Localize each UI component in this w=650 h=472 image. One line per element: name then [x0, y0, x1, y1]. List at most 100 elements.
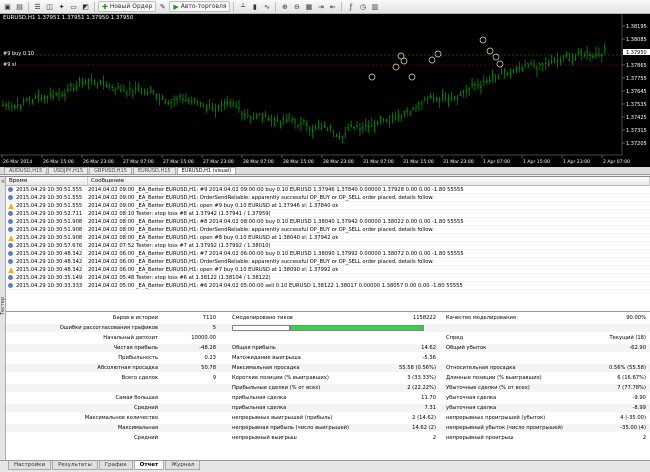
- warning-icon: [7, 266, 14, 273]
- new-order-button[interactable]: ✚ Новый Ордер: [98, 1, 157, 12]
- journal-time: 2015.04.29 10:30:51.908: [16, 234, 83, 241]
- bar-chart-icon[interactable]: ┴: [237, 1, 248, 12]
- column-header-message[interactable]: Сообщение: [88, 177, 650, 185]
- terminal-icon[interactable]: ▭: [68, 1, 79, 12]
- journal-row[interactable]: 2015.04.29 10:30:51.908 2014.04.02 08:00 …: [6, 226, 650, 234]
- time-tick-label: 27 Mar 07:00: [123, 159, 154, 165]
- journal-row[interactable]: 2015.04.29 10:30:48.342 2014.04.02 06:00 …: [6, 266, 650, 274]
- report-value: Текущий (18): [609, 335, 647, 341]
- journal-row[interactable]: 2015.04.29 10:30:51.555 2014.04.02 09:00 …: [6, 194, 650, 202]
- tester-tab[interactable]: Результаты: [52, 461, 98, 470]
- indicators-icon[interactable]: ƒ: [345, 1, 356, 12]
- metaeditor-icon[interactable]: ✎: [157, 1, 168, 12]
- report-label: Максимальная: [117, 425, 158, 431]
- journal-row[interactable]: 2015.04.29 10:30:33.333 2014.04.02 05:00 …: [6, 282, 650, 290]
- report-row: Самая большая прибыльная сделка 11.70 убыто…: [6, 394, 650, 402]
- trade-marker: [479, 36, 487, 44]
- modeling-quality-bar: [290, 325, 424, 331]
- time-tick-label: 27 Mar 15:00: [163, 159, 194, 165]
- data-window-icon[interactable]: ◫: [44, 1, 55, 12]
- report-label: Всего сделок: [121, 375, 158, 381]
- market-watch-icon[interactable]: ☰: [32, 1, 43, 12]
- report-table: Баров в истории 7110 Смоделировано тиков 11…: [6, 311, 650, 449]
- chart-tab[interactable]: EURUSD,H1 (visual): [176, 167, 237, 174]
- templates-icon[interactable]: ▥: [369, 1, 380, 12]
- journal-row[interactable]: 2015.04.29 10:30:51.555 2014.04.02 09:00 …: [6, 186, 650, 194]
- tile-icon[interactable]: ▦: [303, 1, 314, 12]
- new-order-label: Новый Ордер: [109, 3, 153, 10]
- report-value: 4 (-35.00): [620, 415, 646, 421]
- report-value: 2: [432, 435, 436, 441]
- report-row: Всего сделок 9 Короткие позиции (% выиграв…: [6, 374, 650, 382]
- journal-time: 2015.04.29 10:30:52.711: [16, 210, 83, 217]
- report-value: [156, 434, 216, 442]
- price-tick-label: 1.37755: [626, 76, 647, 82]
- report-row: Абсолютная просадка 50.78 Максимальная про…: [6, 364, 650, 372]
- report-value: -35.00 (4): [620, 425, 646, 431]
- tester-tab[interactable]: Журнал: [165, 461, 201, 470]
- time-tick-label: 1 Apr 07:00: [483, 159, 510, 165]
- report-value: -8.99: [632, 405, 646, 411]
- report-value: [506, 354, 646, 362]
- chart-tab[interactable]: GBPUSD,H15: [89, 167, 132, 174]
- info-icon: [7, 274, 14, 281]
- trade-marker: [408, 73, 416, 81]
- journal-header: Время Сообщение: [6, 177, 650, 186]
- journal-row[interactable]: 2015.04.29 10:30:48.342 2014.04.02 06:00 …: [6, 258, 650, 266]
- zoom-out-icon[interactable]: ⊖: [291, 1, 302, 12]
- candles-icon[interactable]: ▮: [249, 1, 260, 12]
- report-value: 50.78: [201, 365, 216, 371]
- journal-message: 2014.04.02 06:00 _EA_Better EURUSD,H1: #…: [88, 250, 464, 257]
- journal-message: 2014.04.02 05:48 Tester: stop loss #6 at…: [88, 274, 271, 281]
- chart-title: EURUSD,H1 1.37951 1.37951 1.37950 1.3795…: [3, 15, 134, 21]
- journal-row[interactable]: 2015.04.29 10:30:35.149 2014.04.02 05:48 …: [6, 274, 650, 282]
- chart-tab[interactable]: EURUSD,H15: [132, 167, 176, 174]
- report-row: Средний непрерывный выигрыш 2 непрерывный п…: [6, 434, 650, 442]
- price-tick-label: 1.38195: [626, 24, 647, 30]
- journal-row[interactable]: 2015.04.29 10:30:57.676 2014.04.02 07:52 …: [6, 242, 650, 250]
- autotrading-button[interactable]: ▶ Авто-торговля: [169, 1, 231, 12]
- report-value: 7.31: [424, 405, 436, 411]
- line-chart-icon[interactable]: ∿: [261, 1, 272, 12]
- column-header-time[interactable]: Время: [6, 177, 88, 185]
- price-chart[interactable]: 1.38195 1.38085 1.37950 1.37865 1.37755 1.376…: [0, 14, 650, 167]
- journal-message: 2014.04.02 06:00 _EA_Better EURUSD,H1: o…: [88, 266, 339, 273]
- profiles-icon[interactable]: ▤: [14, 1, 25, 12]
- chart-tab[interactable]: USDJPY,H15: [48, 167, 89, 174]
- journal-row[interactable]: 2015.04.29 10:30:51.908 2014.04.02 08:00 …: [6, 218, 650, 226]
- report-row: Ошибки рассогласования графиков 5: [6, 324, 650, 332]
- journal-message: 2014.04.02 06:00 _EA_Better EURUSD,H1: O…: [88, 258, 434, 265]
- journal-message: 2014.04.02 09:00 _EA_Better EURUSD,H1: o…: [88, 202, 339, 209]
- journal-time: 2015.04.29 10:30:51.908: [16, 218, 83, 225]
- journal-time: 2015.04.29 10:30:51.908: [16, 226, 83, 233]
- trade-marker: [486, 47, 494, 55]
- journal-time: 2015.04.29 10:30:33.333: [16, 282, 83, 289]
- report-value: -62.90: [629, 345, 646, 351]
- report-label: Ошибки рассогласования графиков: [59, 325, 158, 331]
- warning-icon: [7, 234, 14, 241]
- time-tick-label: 26 Mar 23:00: [83, 159, 114, 165]
- report-value: [506, 324, 646, 332]
- autotrading-label: Авто-торговля: [180, 3, 227, 10]
- tester-tab[interactable]: График: [98, 461, 133, 470]
- shift-icon[interactable]: ⇤: [327, 1, 338, 12]
- time-tick-label: 1 Apr 15:00: [523, 159, 550, 165]
- zoom-in-icon[interactable]: ⊕: [279, 1, 290, 12]
- journal-message: 2014.04.02 08:00 _EA_Better EURUSD,H1: O…: [88, 226, 434, 233]
- navigator-icon[interactable]: ✦: [56, 1, 67, 12]
- journal-row[interactable]: 2015.04.29 10:30:51.908 2014.04.02 08:00 …: [6, 234, 650, 242]
- info-icon: [7, 258, 14, 265]
- chart-tab[interactable]: AUDUSD,H15: [4, 167, 48, 174]
- autoscroll-icon[interactable]: ⇥: [315, 1, 326, 12]
- price-tick-label: 1.37315: [626, 128, 647, 134]
- journal-row[interactable]: 2015.04.29 10:30:48.342 2014.04.02 06:00 …: [6, 250, 650, 258]
- new-chart-icon[interactable]: ▣: [2, 1, 13, 12]
- tester-tab[interactable]: Настройки: [8, 461, 52, 470]
- journal-row[interactable]: 2015.04.29 10:30:51.555 2014.04.02 09:00 …: [6, 202, 650, 210]
- tester-tab[interactable]: Отчет: [133, 461, 165, 470]
- periods-icon[interactable]: ◷: [357, 1, 368, 12]
- journal-row[interactable]: 2015.04.29 10:30:52.711 2014.04.02 08:10 …: [6, 210, 650, 218]
- report-label: Самая большая: [115, 395, 158, 401]
- info-icon: [7, 282, 14, 289]
- tester-icon[interactable]: ◩: [80, 1, 91, 12]
